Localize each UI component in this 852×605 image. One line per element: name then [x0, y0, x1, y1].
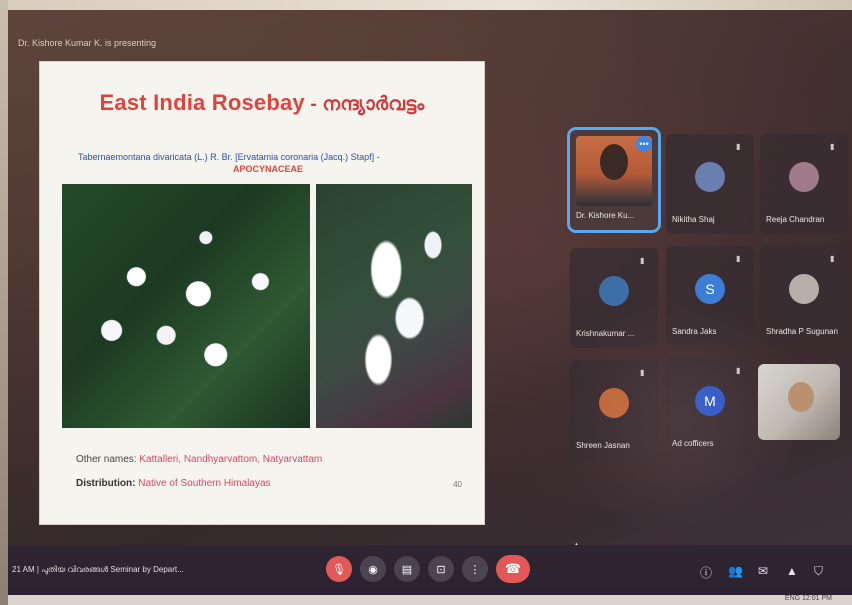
participant-name: Reeja Chandran	[766, 215, 825, 224]
end-call-icon: ☎	[504, 561, 522, 576]
participant-tile[interactable]: ▮ Shreen Jasnan	[570, 360, 658, 460]
muted-mic-icon: ▮	[640, 368, 645, 377]
flower-photo-left	[62, 184, 310, 428]
speaking-indicator-icon: •••	[636, 136, 652, 152]
meeting-time-and-title: 21 AM | പുതിയ വിവരങ്ങൾ Seminar by Depart…	[12, 565, 184, 574]
people-button[interactable]: 👥	[728, 564, 743, 578]
scientific-name: Tabernaemontana divaricata (L.) R. Br. […	[78, 152, 458, 174]
plant-family: APOCYNACEAE	[232, 164, 303, 174]
participant-name: Ad cofficers	[672, 439, 714, 448]
slide-number: 40	[453, 480, 462, 489]
slide-title-malayalam: നന്ദ്യാർവട്ടം	[322, 94, 425, 115]
captions-button[interactable]: ▤	[394, 556, 420, 582]
captions-icon: ▤	[401, 563, 413, 576]
presentation-slide[interactable]: East India Rosebay - നന്ദ്യാർവട്ടം Taber…	[40, 62, 484, 524]
participant-name: Dr. Kishore Ku...	[576, 211, 635, 220]
other-names-value: Kattalleri, Nandhyarvattom, Natyarvattam	[139, 454, 323, 465]
avatar	[789, 162, 819, 192]
host-controls-button[interactable]: ⛉	[814, 564, 823, 579]
flower-photo-right	[316, 184, 472, 428]
participant-face	[788, 382, 814, 412]
other-names-label: Other names:	[76, 454, 137, 465]
participant-name: Nikitha Shaj	[672, 215, 715, 224]
present-now-button[interactable]: ⊡	[428, 556, 454, 582]
avatar: S	[695, 274, 725, 304]
avatar	[789, 274, 819, 304]
leave-call-button[interactable]: ☎	[496, 555, 530, 583]
participant-tile-presenter[interactable]: ••• Dr. Kishore Ku...	[570, 130, 658, 230]
activities-button[interactable]: ▲	[786, 564, 798, 578]
avatar	[599, 388, 629, 418]
presenting-banner: Dr. Kishore Kumar K. is presenting	[18, 38, 157, 48]
slide-title: East India Rosebay - നന്ദ്യാർവട്ടം	[40, 90, 484, 116]
muted-mic-icon: ▮	[736, 366, 741, 375]
meeting-details-button[interactable]: ⓘ	[700, 564, 712, 581]
muted-mic-icon: ▮	[736, 142, 741, 151]
activities-icon: ▲	[786, 564, 798, 578]
mic-off-icon: 🎙	[332, 563, 346, 576]
participant-tile[interactable]: ▮ Nikitha Shaj	[666, 134, 754, 234]
slide-title-separator: -	[304, 94, 323, 115]
distribution: Distribution: Native of Southern Himalay…	[76, 478, 271, 489]
participant-name: Shradha P Sugunan	[766, 327, 838, 336]
camera-toggle-button[interactable]: ◉	[360, 556, 386, 582]
chat-button[interactable]: ✉	[758, 564, 768, 578]
muted-mic-icon: ▮	[830, 254, 835, 263]
slide-title-english: East India Rosebay	[99, 90, 305, 115]
people-icon: 👥	[728, 564, 743, 578]
distribution-value: Native of Southern Himalayas	[138, 478, 271, 489]
muted-mic-icon: ▮	[736, 254, 741, 263]
other-names: Other names: Kattalleri, Nandhyarvattom,…	[76, 454, 322, 465]
avatar	[599, 276, 629, 306]
muted-mic-icon: ▮	[640, 256, 645, 265]
shield-lock-icon: ⛉	[814, 564, 824, 578]
present-icon: ⊡	[436, 563, 446, 576]
participant-name: Shreen Jasnan	[576, 441, 630, 450]
distribution-label: Distribution:	[76, 478, 136, 489]
avatar	[695, 162, 725, 192]
participant-name: Krishnakumar ...	[576, 329, 635, 338]
scientific-name-text: Tabernaemontana divaricata (L.) R. Br. […	[78, 152, 380, 162]
more-vert-icon: ⋮	[469, 563, 481, 576]
participant-tile[interactable]: ▮ Shradha P Sugunan	[760, 246, 848, 346]
participant-tile[interactable]: ▮ S Sandra Jaks	[666, 246, 754, 346]
participant-tile[interactable]: ▮ Reeja Chandran	[760, 134, 848, 234]
more-options-button[interactable]: ⋮	[462, 556, 488, 582]
avatar: M	[695, 386, 725, 416]
participant-name: Sandra Jaks	[672, 327, 717, 336]
taskbar-clock: ENG 12:01 PM	[784, 595, 832, 602]
monitor-bezel-left	[0, 0, 8, 605]
os-taskbar: ENG 12:01 PM	[8, 595, 852, 605]
camera-icon: ◉	[368, 563, 378, 576]
meeting-control-bar: 21 AM | പുതിയ വിവരങ്ങൾ Seminar by Depart…	[8, 545, 852, 595]
chat-icon: ✉	[758, 564, 769, 578]
info-icon: ⓘ	[700, 566, 713, 580]
participant-tile[interactable]: ▮ M Ad cofficers	[666, 358, 754, 458]
muted-mic-icon: ▮	[830, 142, 835, 151]
monitor-bezel-top	[0, 0, 852, 10]
participant-tile[interactable]: ▮ Krishnakumar ...	[570, 248, 658, 348]
mic-toggle-button[interactable]: 🎙	[326, 556, 352, 582]
participant-video-feed[interactable]	[758, 364, 840, 440]
